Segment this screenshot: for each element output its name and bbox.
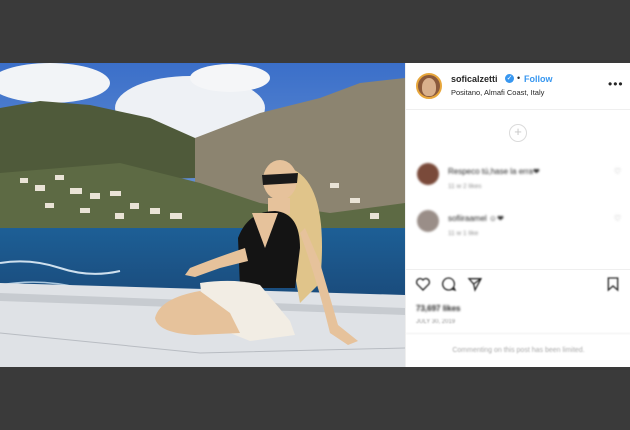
action-bar (406, 269, 630, 296)
post-date: JULY 30, 2019 (416, 319, 456, 325)
comment-meta: 11 w 2 likes (448, 183, 482, 190)
comment-like-icon[interactable]: ♡ (614, 214, 621, 223)
location-link[interactable]: Positano, Almafi Coast, Italy (451, 88, 544, 97)
like-count[interactable]: 73,697 likes (416, 304, 460, 313)
follow-button[interactable]: Follow (524, 74, 553, 84)
comment-text: sofiiraamel ☺❤ (448, 214, 504, 223)
comment-meta: 11 w 1 like (448, 230, 479, 237)
comment-bubble-icon[interactable] (441, 276, 457, 292)
username[interactable]: soficalzetti (451, 74, 498, 84)
post-sidebar: soficalzetti ✓ • Follow Positano, Almafi… (405, 63, 630, 367)
more-options-icon[interactable]: ••• (608, 77, 624, 91)
like-heart-icon[interactable] (415, 276, 431, 292)
comment-avatar[interactable] (417, 163, 439, 185)
post-photo[interactable] (0, 63, 405, 367)
share-paper-plane-icon[interactable] (467, 276, 483, 292)
comment-like-icon[interactable]: ♡ (614, 167, 621, 176)
post-image (0, 63, 405, 367)
comment-item: sofiiraamel ☺❤ 11 w 1 like ♡ (414, 210, 629, 250)
avatar[interactable] (416, 73, 442, 99)
save-bookmark-icon[interactable] (605, 276, 621, 292)
comments-limited-notice: Commenting on this post has been limited… (406, 333, 630, 368)
comment-text: Respeco tú,hase la erra❤ (448, 167, 540, 176)
comment-item: Respeco tú,hase la erra❤ 11 w 2 likes ♡ (414, 163, 629, 203)
load-more-comments-icon[interactable]: + (509, 124, 527, 142)
verified-badge-icon: ✓ (505, 74, 514, 83)
post-header: soficalzetti ✓ • Follow Positano, Almafi… (406, 63, 630, 110)
comment-avatar[interactable] (417, 210, 439, 232)
avatar-face (422, 78, 436, 96)
instagram-post: soficalzetti ✓ • Follow Positano, Almafi… (0, 63, 630, 367)
separator-dot: • (517, 73, 521, 83)
